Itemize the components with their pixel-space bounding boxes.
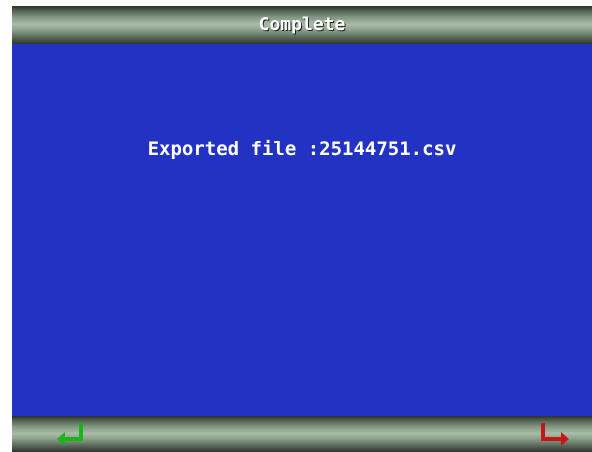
enter-icon[interactable] (54, 422, 88, 448)
back-icon[interactable] (538, 422, 572, 448)
export-message: Exported file :25144751.csv (147, 138, 457, 160)
dialog-title: Complete (258, 14, 346, 35)
footer-bar (12, 416, 592, 452)
dialog-screen: Complete Exported file :25144751.csv (12, 6, 592, 452)
title-bar: Complete (12, 6, 592, 44)
